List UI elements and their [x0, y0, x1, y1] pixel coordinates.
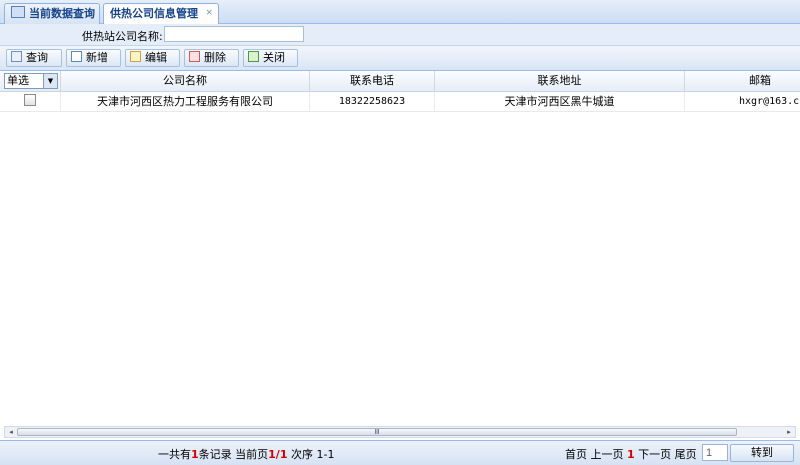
- next-page-link[interactable]: 下一页: [638, 448, 671, 461]
- scroll-grip-icon: Ⅲ: [374, 428, 380, 436]
- add-button[interactable]: 新增: [66, 49, 121, 67]
- record-summary: 一共有1条记录 当前页1/1 次序 1-1: [158, 446, 334, 462]
- total-prefix: 一共有: [158, 448, 191, 461]
- query-icon: [11, 51, 22, 62]
- button-label: 关闭: [263, 51, 285, 64]
- horizontal-scrollbar[interactable]: ◂ Ⅲ ▸: [4, 426, 796, 438]
- prev-page-link[interactable]: 上一页: [591, 448, 624, 461]
- pager-links: 首页 上一页 1 下一页 尾页: [565, 446, 697, 462]
- delete-icon: [189, 51, 200, 62]
- tab-label: 供热公司信息管理: [110, 7, 198, 20]
- company-name-input[interactable]: [164, 26, 304, 42]
- search-bar: 供热站公司名称:: [0, 24, 800, 46]
- table-icon: [11, 6, 25, 18]
- column-header-email[interactable]: 邮箱: [685, 71, 800, 91]
- delete-button[interactable]: 删除: [184, 49, 239, 67]
- button-label: 删除: [204, 51, 226, 64]
- first-page-link[interactable]: 首页: [565, 448, 587, 461]
- exit-icon: [248, 51, 259, 62]
- goto-button[interactable]: 转到: [730, 444, 794, 462]
- column-header-phone[interactable]: 联系电话: [310, 71, 435, 91]
- scroll-left-icon[interactable]: ◂: [6, 427, 16, 437]
- tab-bar: 当前数据查询 供热公司信息管理 ×: [0, 0, 800, 25]
- email-cell: hxgr@163.com: [739, 96, 800, 107]
- current-page: 1/1: [268, 448, 288, 461]
- total-suffix: 条记录 当前页: [198, 448, 269, 461]
- total-count: 1: [191, 448, 199, 461]
- query-button[interactable]: 查询: [6, 49, 62, 67]
- phone-cell: 18322258623: [310, 92, 435, 111]
- page-number[interactable]: 1: [627, 448, 635, 461]
- address-cell: 天津市河西区黑牛城道: [435, 92, 685, 111]
- button-label: 新增: [86, 51, 108, 64]
- tab-label: 当前数据查询: [29, 7, 95, 20]
- select-mode-dropdown[interactable]: 单选 ▼: [4, 73, 58, 89]
- tab-heating-company-management[interactable]: 供热公司信息管理 ×: [103, 3, 219, 25]
- table-row[interactable]: 天津市河西区热力工程服务有限公司 18322258623 天津市河西区黑牛城道 …: [0, 92, 800, 112]
- edit-button[interactable]: 编辑: [125, 49, 180, 67]
- column-header-address[interactable]: 联系地址: [435, 71, 685, 91]
- main-panel: 供热站公司名称: 查询 新增 编辑 删除 关闭 单选 ▼ 公司名称 联系电话 联…: [0, 24, 800, 465]
- grid-header: 单选 ▼ 公司名称 联系电话 联系地址 邮箱: [0, 71, 800, 92]
- last-page-link[interactable]: 尾页: [675, 448, 697, 461]
- search-label: 供热站公司名称:: [82, 30, 163, 43]
- scrollbar-thumb[interactable]: Ⅲ: [17, 428, 737, 436]
- toolbar: 查询 新增 编辑 删除 关闭: [0, 46, 800, 71]
- row-checkbox[interactable]: [24, 94, 36, 106]
- button-label: 查询: [26, 51, 48, 64]
- select-column-header: 单选 ▼: [0, 71, 61, 91]
- edit-icon: [130, 51, 141, 62]
- pager-bar: 一共有1条记录 当前页1/1 次序 1-1 首页 上一页 1 下一页 尾页 转到: [0, 440, 800, 465]
- close-button[interactable]: 关闭: [243, 49, 298, 67]
- company-cell: 天津市河西区热力工程服务有限公司: [61, 92, 310, 111]
- column-header-company[interactable]: 公司名称: [61, 71, 310, 91]
- chevron-down-icon[interactable]: ▼: [43, 74, 57, 88]
- select-mode-value: 单选: [7, 74, 29, 87]
- add-icon: [71, 51, 82, 62]
- scroll-right-icon[interactable]: ▸: [784, 427, 794, 437]
- row-select-cell: [0, 92, 61, 111]
- close-icon[interactable]: ×: [205, 4, 213, 23]
- tab-current-data-query[interactable]: 当前数据查询: [4, 3, 100, 24]
- page-number-input[interactable]: [702, 444, 728, 461]
- button-label: 编辑: [145, 51, 167, 64]
- order-label: 次序 1-1: [287, 448, 335, 461]
